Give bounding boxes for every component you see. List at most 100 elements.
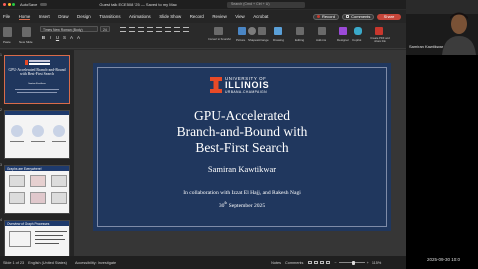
paste-icon[interactable] [3,27,12,37]
maximize-window-icon[interactable] [12,3,15,6]
zoom-level[interactable]: 115% [372,261,381,265]
thumb-number-1: 1 [0,53,2,57]
thumb3-graph-3 [51,175,67,187]
thumb3-graph-6 [51,192,67,204]
normal-view-icon[interactable] [308,260,313,265]
arrange-icon[interactable] [258,27,266,35]
font-size-value: 24 [103,27,107,32]
drawing-icon[interactable] [274,27,282,35]
record-button[interactable]: Record [313,13,339,20]
smartart-icon[interactable] [214,27,223,35]
language-status[interactable]: English (United States) [28,261,67,265]
menu-acrobat[interactable]: Acrobat [253,14,268,19]
autosave-toggle[interactable] [40,2,48,7]
reading-view-icon[interactable] [320,260,325,265]
thumb3-title: Graphs are Everywhere! [7,166,42,171]
numbering-icon[interactable] [129,27,135,32]
font-size-select[interactable]: 24 [100,26,110,32]
comments-status-button[interactable]: Comments [285,261,303,265]
comments-button[interactable]: Comments [342,13,374,20]
menu-draw[interactable]: Draw [58,14,68,19]
slide-date: 30th September 2025 [93,201,391,209]
menu-insert[interactable]: Insert [39,14,50,19]
zoom-slider[interactable] [338,260,365,265]
comment-icon [345,15,350,18]
comments-label: Comments [351,14,371,19]
align-right-icon[interactable] [174,27,180,32]
menu-home[interactable]: Home [18,14,31,20]
menu-file[interactable]: File [3,14,10,19]
accessibility-status[interactable]: Accessibility: Investigate [75,261,116,265]
close-window-icon[interactable] [3,3,6,6]
screen: AutoSave Guest talk ECE508 '25 — Saved t… [0,0,478,269]
participant-name: Samiran Kawtikwar [409,44,444,49]
font-color-icon[interactable]: A [68,35,75,40]
shapes-icon[interactable] [248,27,256,35]
menu-animations[interactable]: Animations [129,14,151,19]
designer-icon[interactable] [339,27,347,35]
increase-indent-icon[interactable] [147,27,153,32]
thumbnail-slide-3[interactable]: Graphs are Everywhere! [4,165,70,214]
slide-sorter-icon[interactable] [314,260,319,265]
system-clock: 2025-09-30 10:0 [427,257,461,262]
slide-title-line-3: Best-First Search [195,140,289,155]
align-center-icon[interactable] [165,27,171,32]
zoom-slider-thumb[interactable] [351,260,355,265]
thumbnail-slide-2[interactable] [4,110,70,159]
thumbnail-slide-4[interactable]: Overview of Graph Processes [4,220,70,256]
bullets-icon[interactable] [120,27,126,32]
menu-review[interactable]: Review [212,14,226,19]
convert-smartart-label: Convert to SmartArt [208,38,231,41]
thumb-author: Samiran Kawtikwar [28,83,46,85]
menu-design[interactable]: Design [77,14,91,19]
menu-slide-show[interactable]: Slide Show [159,14,181,19]
zoom-in-icon[interactable]: + [367,261,369,265]
slide-canvas: UNIVERSITY OF ILLINOIS URBANA-CHAMPAIGN … [74,50,406,256]
thumbnail-slide-1[interactable]: GPU-Accelerated Branch-and-Bound with Be… [4,55,70,104]
slideshow-view-icon[interactable] [326,260,331,265]
highlight-icon[interactable]: A [75,35,82,40]
designer-label: Designer [337,38,350,42]
picture-icon[interactable] [238,27,246,35]
picture-label: Picture [236,38,246,42]
underline-icon[interactable]: U [54,35,61,40]
minimize-window-icon[interactable] [7,3,11,6]
strikethrough-icon[interactable]: S [61,35,68,40]
search-box[interactable]: Search (Cmd + Ctrl + U) [226,1,305,8]
thumb3-graph-2 [30,175,46,187]
thumb-illinois-logo [25,60,50,65]
bold-icon[interactable]: B [40,35,47,40]
menu-record[interactable]: Record [190,14,204,19]
menu-transitions[interactable]: Transitions [99,14,120,19]
align-left-icon[interactable] [156,27,162,32]
logo-urbana-champaign: URBANA-CHAMPAIGN [225,90,267,94]
slide-thumbnails-panel[interactable]: 1 GPU-Accelerated Branch-and-Bound with … [0,50,74,256]
slide-count: Slide 1 of 23 [3,260,25,265]
share-button[interactable]: Share [377,13,401,20]
copilot-label: Copilot [352,38,362,42]
zoom-out-icon[interactable]: − [334,261,336,265]
video-call-panel: Samiran Kawtikwar [406,0,478,55]
new-slide-icon[interactable] [22,27,31,37]
notes-button[interactable]: Notes [271,261,281,265]
menu-view[interactable]: View [235,14,244,19]
justify-icon[interactable] [183,27,189,32]
paste-label: Paste [3,40,11,44]
add-ins-label: Add-ins [316,38,327,42]
new-slide-label: New Slide [19,40,33,44]
italic-icon[interactable]: I [47,35,54,40]
thumb4-diagram [9,231,31,247]
thumb2-circle-1 [11,125,23,137]
editing-icon[interactable] [296,27,304,35]
thumb-number-3: 3 [0,163,2,167]
thumb3-graph-4 [9,192,25,204]
copilot-icon[interactable] [354,27,362,35]
decrease-indent-icon[interactable] [138,27,144,32]
create-pdf-icon[interactable] [375,27,383,35]
font-name-select[interactable]: Times New Roman (Body) [40,26,98,32]
share-label: Share [383,14,395,19]
document-title: Guest talk ECE508 '25 — Saved to my Mac [99,2,177,7]
current-slide[interactable]: UNIVERSITY OF ILLINOIS URBANA-CHAMPAIGN … [93,63,391,231]
status-bar: Slide 1 of 23 English (United States) Ac… [0,256,406,269]
add-ins-icon[interactable] [318,27,326,35]
